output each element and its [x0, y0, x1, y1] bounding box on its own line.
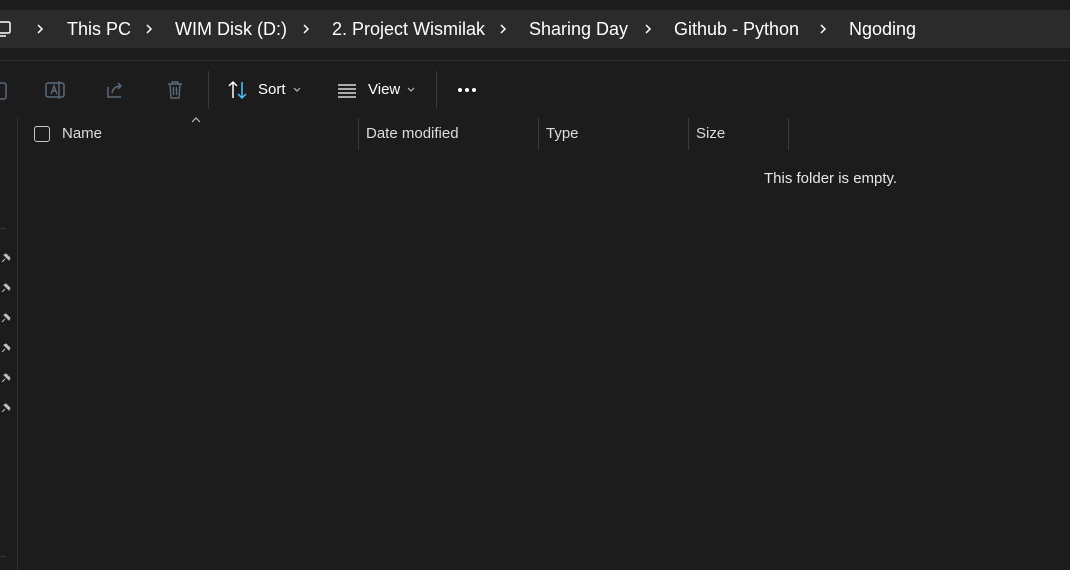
toolbar-separator	[208, 71, 209, 109]
navigation-pane	[0, 118, 18, 570]
nav-divider	[0, 228, 6, 229]
column-divider[interactable]	[538, 118, 539, 150]
view-label: View	[368, 81, 401, 98]
sort-ascending-icon	[191, 117, 201, 123]
sort-label: Sort	[258, 81, 286, 98]
chevron-right-icon[interactable]	[33, 22, 47, 36]
column-divider[interactable]	[688, 118, 689, 150]
column-divider[interactable]	[358, 118, 359, 150]
pin-icon[interactable]	[0, 342, 12, 354]
column-size[interactable]: Size	[696, 118, 725, 150]
select-all-checkbox[interactable]	[34, 126, 50, 142]
computer-icon[interactable]	[0, 20, 12, 38]
pin-icon[interactable]	[0, 402, 12, 414]
chevron-down-icon	[293, 87, 301, 92]
column-type[interactable]: Type	[546, 118, 579, 150]
more-icon[interactable]	[456, 79, 478, 101]
gap-band	[0, 48, 1070, 60]
column-name[interactable]: Name	[62, 118, 102, 150]
breadcrumb-item-this-pc[interactable]: This PC	[67, 10, 131, 48]
breadcrumb-item-wim-disk[interactable]: WIM Disk (D:)	[175, 10, 287, 48]
breadcrumb-item-sharing-day[interactable]: Sharing Day	[529, 10, 628, 48]
pin-icon[interactable]	[0, 282, 12, 294]
chevron-right-icon[interactable]	[299, 22, 313, 36]
toolbar-separator	[436, 71, 437, 109]
breadcrumb-item-project-wismilak[interactable]: 2. Project Wismilak	[332, 10, 485, 48]
share-icon[interactable]	[104, 79, 126, 101]
empty-folder-message: This folder is empty.	[764, 170, 898, 187]
paste-icon[interactable]	[0, 79, 10, 101]
column-header: Name Date modified Type Size	[18, 117, 1070, 150]
nav-divider	[0, 556, 6, 557]
title-strip	[0, 0, 1070, 10]
breadcrumb-item-ngoding[interactable]: Ngoding	[849, 10, 916, 48]
breadcrumb-item-github-python[interactable]: Github - Python	[674, 10, 799, 48]
view-icon	[338, 84, 356, 98]
address-bar[interactable]: This PC WIM Disk (D:) 2. Project Wismila…	[0, 10, 1070, 48]
chevron-right-icon[interactable]	[496, 22, 510, 36]
view-button[interactable]: View	[332, 61, 424, 118]
rename-icon[interactable]	[44, 79, 66, 101]
delete-icon[interactable]	[164, 79, 186, 101]
pin-icon[interactable]	[0, 372, 12, 384]
column-divider[interactable]	[788, 118, 789, 150]
breadcrumb: This PC WIM Disk (D:) 2. Project Wismila…	[0, 10, 1070, 48]
chevron-down-icon	[407, 87, 415, 92]
sort-button[interactable]: Sort	[222, 61, 314, 118]
pin-icon[interactable]	[0, 252, 12, 264]
column-date-modified[interactable]: Date modified	[366, 118, 459, 150]
chevron-right-icon[interactable]	[641, 22, 655, 36]
sort-icon	[228, 80, 247, 100]
pin-icon[interactable]	[0, 312, 12, 324]
chevron-right-icon[interactable]	[816, 22, 830, 36]
command-toolbar: Sort View	[0, 60, 1070, 119]
chevron-right-icon[interactable]	[142, 22, 156, 36]
